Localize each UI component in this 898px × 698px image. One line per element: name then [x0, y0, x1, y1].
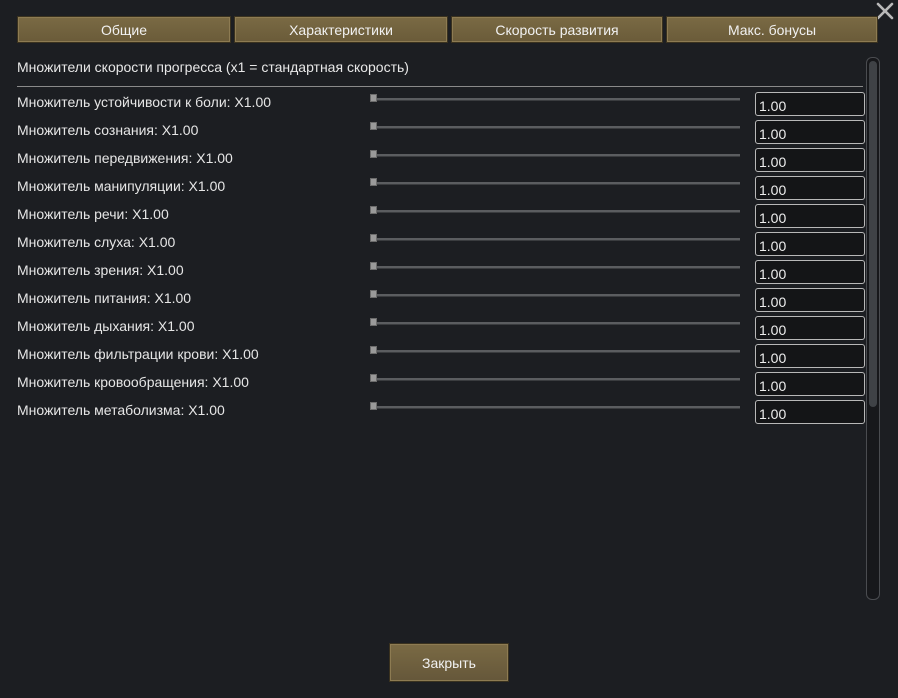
- multiplier-slider[interactable]: [370, 290, 740, 300]
- multiplier-row: Множитель метаболизма: X1.00: [17, 398, 867, 426]
- slider-thumb[interactable]: [370, 318, 377, 326]
- multiplier-value-input[interactable]: [755, 92, 865, 116]
- slider-track: [370, 154, 740, 157]
- multiplier-label: Множитель устойчивости к боли: X1.00: [17, 94, 272, 110]
- close-button[interactable]: Закрыть: [389, 643, 509, 682]
- slider-track: [370, 406, 740, 409]
- multiplier-label: Множитель слуха: X1.00: [17, 234, 176, 250]
- multiplier-value-input[interactable]: [755, 288, 865, 312]
- slider-track: [370, 182, 740, 185]
- slider-thumb[interactable]: [370, 402, 377, 410]
- multiplier-slider[interactable]: [370, 402, 740, 412]
- slider-thumb[interactable]: [370, 262, 377, 270]
- multiplier-value-input[interactable]: [755, 232, 865, 256]
- slider-track: [370, 322, 740, 325]
- multiplier-label: Множитель сознания: X1.00: [17, 122, 199, 138]
- multiplier-row: Множитель сознания: X1.00: [17, 118, 867, 146]
- slider-track: [370, 126, 740, 129]
- slider-thumb[interactable]: [370, 150, 377, 158]
- scrollbar-thumb[interactable]: [869, 61, 877, 407]
- multiplier-slider[interactable]: [370, 318, 740, 328]
- scrollbar[interactable]: [866, 57, 880, 600]
- multiplier-row: Множитель фильтрации крови: X1.00: [17, 342, 867, 370]
- multiplier-label: Множитель питания: X1.00: [17, 290, 192, 306]
- multiplier-label: Множитель речи: X1.00: [17, 206, 169, 222]
- multiplier-slider[interactable]: [370, 150, 740, 160]
- slider-track: [370, 98, 740, 101]
- multiplier-row: Множитель питания: X1.00: [17, 286, 867, 314]
- multiplier-slider[interactable]: [370, 346, 740, 356]
- slider-track: [370, 210, 740, 213]
- multiplier-row: Множитель речи: X1.00: [17, 202, 867, 230]
- tab-general[interactable]: Общие: [17, 16, 231, 43]
- multiplier-label: Множитель дыхания: X1.00: [17, 318, 195, 334]
- slider-thumb[interactable]: [370, 94, 377, 102]
- slider-track: [370, 378, 740, 381]
- section-subtitle: Множители скорости прогресса (x1 = станд…: [17, 59, 409, 75]
- tab-bar: Общие Характеристики Скорость развития М…: [17, 16, 878, 43]
- tab-development-speed[interactable]: Скорость развития: [451, 16, 663, 43]
- slider-track: [370, 266, 740, 269]
- multiplier-row: Множитель передвижения: X1.00: [17, 146, 867, 174]
- multiplier-slider[interactable]: [370, 234, 740, 244]
- slider-track: [370, 294, 740, 297]
- slider-thumb[interactable]: [370, 290, 377, 298]
- slider-thumb[interactable]: [370, 178, 377, 186]
- multiplier-row: Множитель слуха: X1.00: [17, 230, 867, 258]
- tab-characteristics[interactable]: Характеристики: [234, 16, 448, 43]
- slider-thumb[interactable]: [370, 122, 377, 130]
- multiplier-label: Множитель зрения: X1.00: [17, 262, 184, 278]
- tab-max-bonuses[interactable]: Макс. бонусы: [666, 16, 878, 43]
- slider-thumb[interactable]: [370, 234, 377, 242]
- multiplier-row: Множитель зрения: X1.00: [17, 258, 867, 286]
- multiplier-slider[interactable]: [370, 94, 740, 104]
- multiplier-value-input[interactable]: [755, 260, 865, 284]
- multiplier-list: Множитель устойчивости к боли: X1.00 Множ…: [17, 90, 867, 426]
- multiplier-label: Множитель манипуляции: X1.00: [17, 178, 226, 194]
- multiplier-value-input[interactable]: [755, 400, 865, 424]
- slider-thumb[interactable]: [370, 206, 377, 214]
- slider-thumb[interactable]: [370, 346, 377, 354]
- multiplier-value-input[interactable]: [755, 316, 865, 340]
- multiplier-label: Множитель метаболизма: X1.00: [17, 402, 225, 418]
- divider: [17, 86, 863, 87]
- multiplier-slider[interactable]: [370, 206, 740, 216]
- multiplier-slider[interactable]: [370, 178, 740, 188]
- multiplier-slider[interactable]: [370, 262, 740, 272]
- multiplier-label: Множитель передвижения: X1.00: [17, 150, 233, 166]
- multiplier-label: Множитель кровообращения: X1.00: [17, 374, 249, 390]
- multiplier-slider[interactable]: [370, 374, 740, 384]
- settings-window: Общие Характеристики Скорость развития М…: [0, 0, 898, 698]
- multiplier-value-input[interactable]: [755, 176, 865, 200]
- multiplier-value-input[interactable]: [755, 204, 865, 228]
- multiplier-value-input[interactable]: [755, 148, 865, 172]
- slider-track: [370, 238, 740, 241]
- slider-track: [370, 350, 740, 353]
- multiplier-value-input[interactable]: [755, 344, 865, 368]
- multiplier-row: Множитель кровообращения: X1.00: [17, 370, 867, 398]
- multiplier-value-input[interactable]: [755, 120, 865, 144]
- multiplier-row: Множитель устойчивости к боли: X1.00: [17, 90, 867, 118]
- multiplier-row: Множитель манипуляции: X1.00: [17, 174, 867, 202]
- multiplier-label: Множитель фильтрации крови: X1.00: [17, 346, 259, 362]
- slider-thumb[interactable]: [370, 374, 377, 382]
- multiplier-slider[interactable]: [370, 122, 740, 132]
- multiplier-value-input[interactable]: [755, 372, 865, 396]
- multiplier-row: Множитель дыхания: X1.00: [17, 314, 867, 342]
